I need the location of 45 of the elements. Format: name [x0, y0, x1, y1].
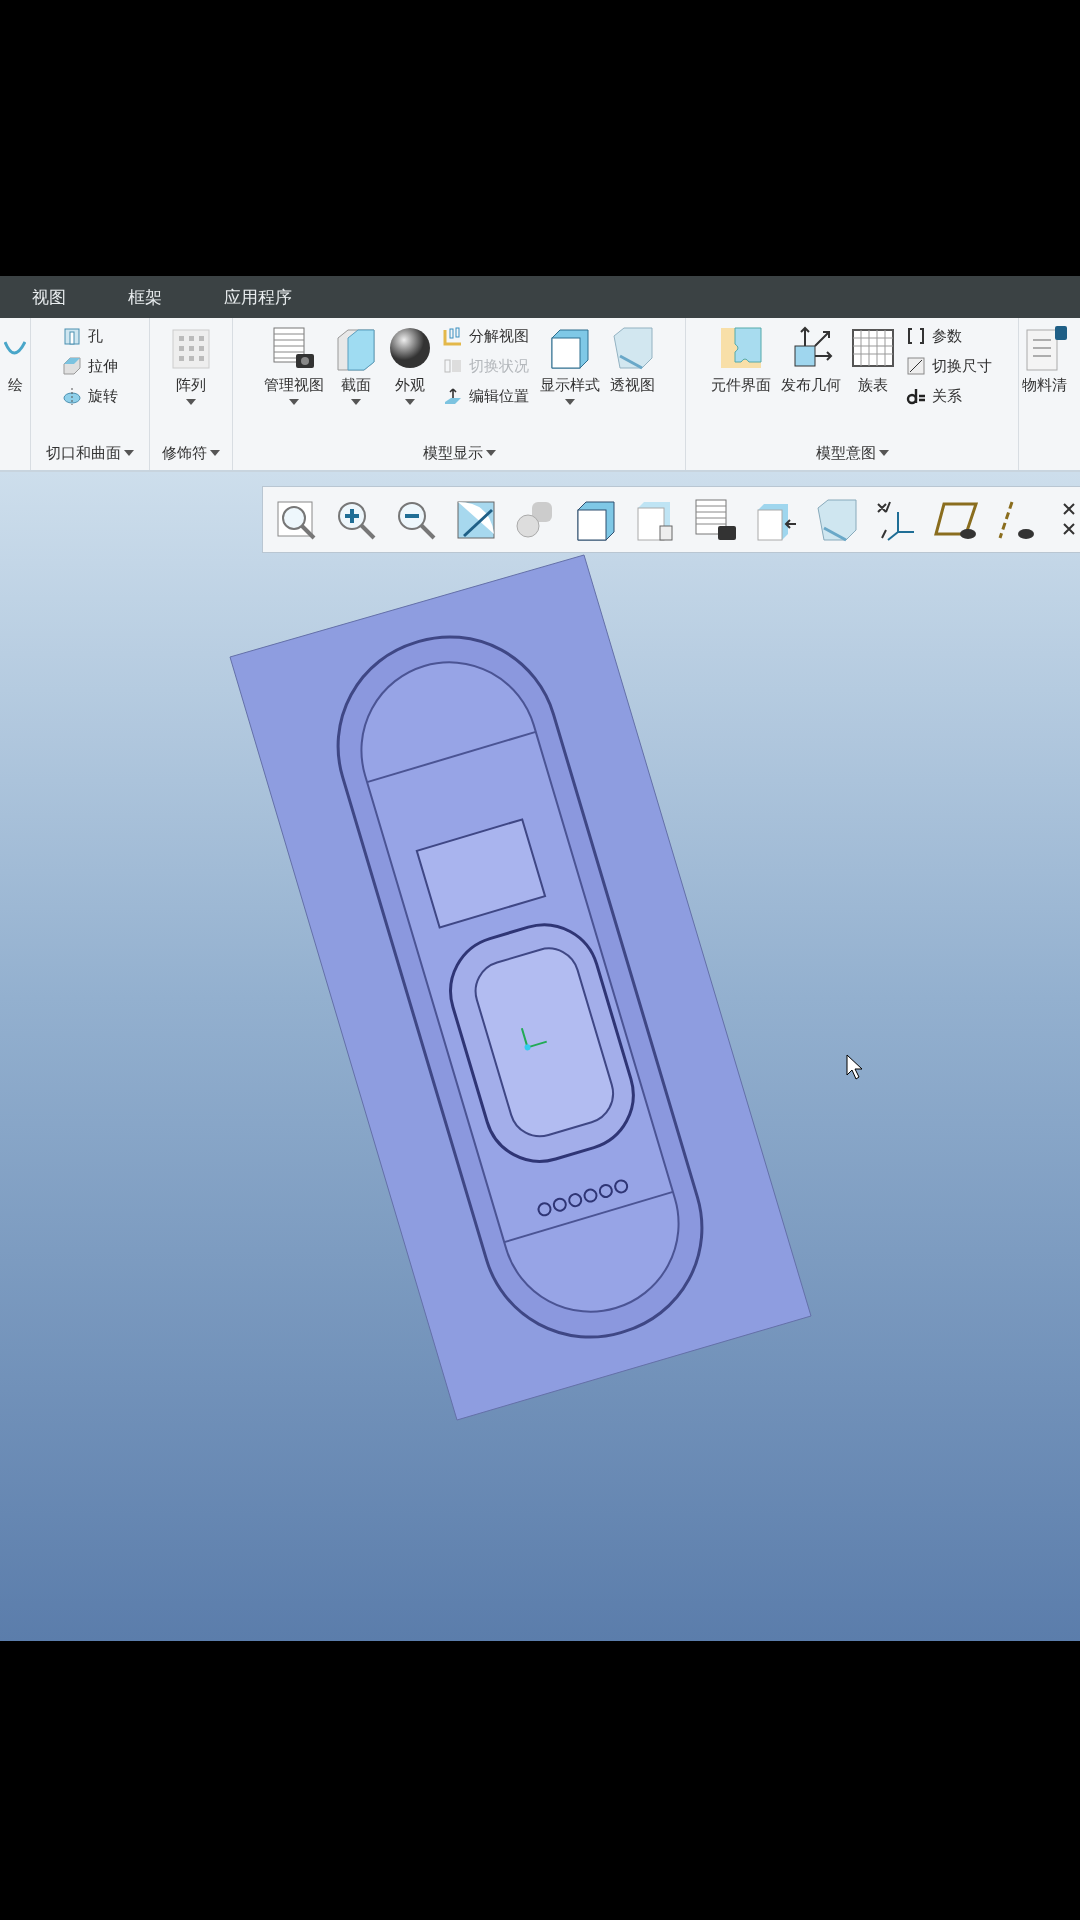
curve-icon [4, 340, 26, 356]
ribbon-button[interactable]: 截面 [330, 324, 381, 407]
group-label[interactable]: 模型意图 [815, 443, 889, 463]
bars-icon [442, 356, 463, 376]
ribbon-small-button[interactable]: 参数 [902, 326, 996, 346]
ribbon-button[interactable]: 显示样式 [536, 324, 603, 407]
caret-icon [485, 450, 496, 456]
revolve-icon [62, 386, 82, 406]
ribbon-button[interactable]: 物料清 [1019, 324, 1070, 397]
ribbon-button[interactable]: 阵列 [166, 324, 216, 407]
brackets-icon [906, 326, 926, 346]
ribbon-small-button[interactable]: 关系 [902, 386, 996, 406]
menu-tab[interactable]: 视图 [32, 285, 66, 309]
group-label[interactable]: 修饰符 [162, 443, 220, 463]
ribbon-button[interactable]: 发布几何 [778, 324, 844, 397]
formula-icon [906, 386, 926, 406]
ribbon-button[interactable]: 族表 [848, 324, 898, 397]
group-label[interactable]: 模型显示 [422, 443, 496, 463]
bars-icon [442, 326, 463, 346]
extrude-icon [62, 356, 82, 376]
menu-tab[interactable]: 框架 [128, 285, 162, 309]
caret-icon [124, 450, 134, 456]
ribbon-small-button[interactable]: 编辑位置 [438, 386, 533, 406]
ribbon-button[interactable]: 绘 [1, 324, 29, 397]
transparent-cube-icon [610, 326, 654, 372]
ribbon-small-button[interactable]: 旋转 [58, 386, 122, 406]
caret-icon [210, 450, 220, 456]
ribbon-small-button[interactable]: 拉伸 [58, 356, 122, 376]
caret-icon [878, 450, 889, 456]
transparent-cube-icon [814, 497, 858, 542]
table-camera-icon [694, 497, 738, 542]
ribbon-button[interactable]: 管理视图 [260, 324, 327, 407]
hole-icon [62, 326, 82, 346]
ribbon-small-button[interactable]: 孔 [58, 326, 122, 346]
ribbon-button[interactable]: 外观 [384, 324, 435, 407]
group-label[interactable]: 切口和曲面 [46, 443, 134, 463]
move-axes-icon [442, 386, 463, 406]
dimension-icon [906, 356, 926, 376]
grid-icon [169, 326, 213, 372]
ribbon-button[interactable]: 透视图 [606, 324, 658, 397]
cursor-icon [846, 1054, 864, 1080]
ribbon-button[interactable]: 元件界面 [708, 324, 774, 397]
menu-tab[interactable]: 应用程序 [224, 285, 292, 309]
ribbon-small-button[interactable]: 切换尺寸 [902, 356, 996, 376]
ribbon-small-button[interactable]: 分解视图 [438, 326, 533, 346]
